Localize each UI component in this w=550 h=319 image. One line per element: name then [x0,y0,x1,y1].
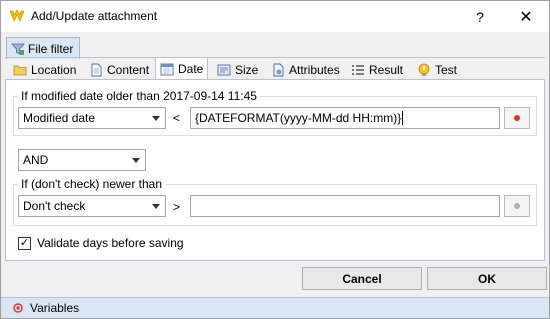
tab-result-label: Result [369,62,404,77]
document-icon [89,63,103,77]
ok-button-label: OK [478,271,496,286]
chevron-down-icon [152,204,160,209]
outer-tab-bar: File filter [1,32,549,59]
tab-date[interactable]: Date [155,57,209,80]
older-than-variable-button[interactable] [504,107,530,129]
funnel-icon [11,42,25,56]
tab-attributes-label: Attributes [289,62,340,77]
modified-date-combo-value: Modified date [23,111,96,125]
newer-than-group-label: If (don't check) newer than [18,177,166,191]
tab-test[interactable]: Test [413,59,461,80]
close-icon: ✕ [519,8,533,26]
dont-check-combo[interactable]: Don't check [18,195,166,217]
folder-icon [13,63,27,77]
cancel-button-label: Cancel [342,271,382,286]
chevron-down-icon [132,158,140,163]
tab-size-label: Size [235,62,259,77]
validate-days-checkbox-row[interactable]: ✓ Validate days before saving [18,236,184,250]
less-than-operator: < [173,111,181,125]
tab-location[interactable]: Location [9,59,80,80]
logic-join-combo-value: AND [23,153,49,167]
date-filter-panel: If modified date older than 2017-09-14 1… [5,79,545,261]
gray-dot-icon [514,203,520,209]
validate-days-checkbox[interactable]: ✓ [18,236,31,250]
help-icon: ? [476,8,484,25]
variables-label: Variables [30,301,80,315]
size-icon [217,63,231,77]
older-than-value-text: {DATEFORMAT(yyyy-MM-dd HH:mm)} [195,111,402,125]
window-title: Add/Update attachment [31,9,158,23]
chevron-down-icon [152,116,160,121]
checkmark-icon: ✓ [19,236,30,249]
validate-days-label: Validate days before saving [37,236,184,250]
tab-size[interactable]: Size [213,59,262,80]
variables-bar[interactable]: Variables [1,297,549,318]
cancel-button[interactable]: Cancel [302,267,422,290]
older-than-value-input[interactable]: {DATEFORMAT(yyyy-MM-dd HH:mm)} [190,107,500,129]
tab-file-filter-label: File filter [28,41,74,56]
list-icon [351,63,365,77]
logic-join-combo[interactable]: AND [18,149,146,171]
newer-than-variable-button[interactable] [504,195,530,217]
lightbulb-icon [417,63,431,77]
tab-content[interactable]: Content [85,59,153,80]
tab-date-label: Date [178,62,204,76]
older-than-group-label: If modified date older than 2017-09-14 1… [18,89,260,103]
tab-location-label: Location [31,62,77,77]
tab-result[interactable]: Result [347,59,407,80]
newer-than-value-input[interactable] [190,195,500,217]
text-cursor [402,111,404,125]
inner-tab-bar: Location Content Date Size Attributes Re… [5,57,545,80]
greater-than-operator: > [173,200,181,214]
ok-button[interactable]: OK [427,267,547,290]
dont-check-combo-value: Don't check [23,199,86,213]
dialog-window: Add/Update attachment ? ✕ File filter Lo… [0,0,550,319]
help-button[interactable]: ? [457,1,503,32]
tab-file-filter[interactable]: File filter [6,37,81,59]
close-button[interactable]: ✕ [503,1,549,32]
tab-test-label: Test [435,62,458,77]
app-logo-icon [9,9,25,23]
red-dot-icon [514,115,520,121]
attributes-icon [271,63,285,77]
variables-icon [11,301,25,315]
title-bar: Add/Update attachment ? ✕ [1,1,549,32]
modified-date-combo[interactable]: Modified date [18,107,166,129]
calendar-icon [160,62,174,76]
tab-attributes[interactable]: Attributes [267,59,344,80]
tab-content-label: Content [107,62,150,77]
